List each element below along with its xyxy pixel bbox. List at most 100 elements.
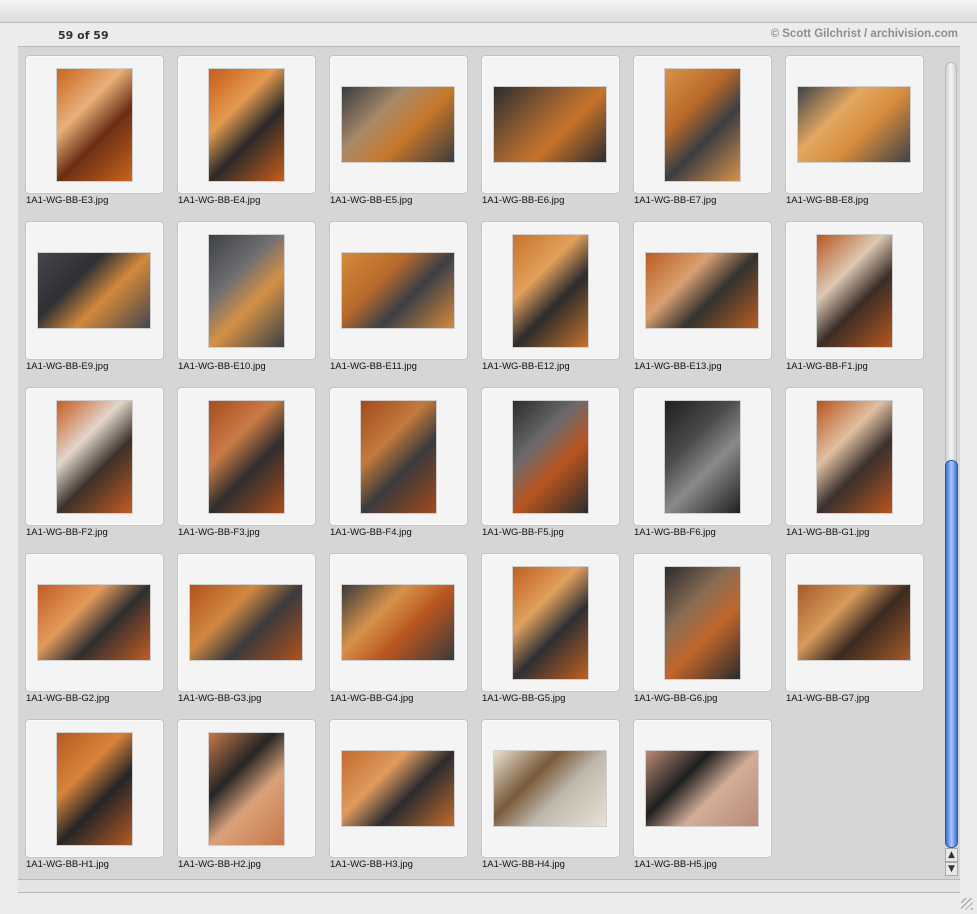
file-name: 1A1-WG-BB-F5.jpg [482,527,564,538]
photo-thumbnail[interactable] [817,401,892,513]
thumbnail-cell[interactable]: 1A1-WG-BB-E11.jpg [322,215,474,379]
slide-frame[interactable] [785,55,924,194]
slide-frame[interactable] [785,387,924,526]
photo-thumbnail[interactable] [646,751,758,826]
scroll-thumb[interactable] [945,460,958,848]
photo-thumbnail[interactable] [190,585,302,660]
thumbnail-cell[interactable]: 1A1-WG-BB-H4.jpg [474,713,626,877]
slide-frame[interactable] [25,55,164,194]
thumbnail-cell[interactable]: 1A1-WG-BB-E5.jpg [322,49,474,213]
file-name: 1A1-WG-BB-G5.jpg [482,693,566,704]
slide-frame[interactable] [785,553,924,692]
thumbnail-cell[interactable]: 1A1-WG-BB-E4.jpg [170,49,322,213]
photo-thumbnail[interactable] [513,567,588,679]
slide-frame[interactable] [25,719,164,858]
slide-frame[interactable] [329,55,468,194]
thumbnail-cell[interactable]: 1A1-WG-BB-H2.jpg [170,713,322,877]
slide-frame[interactable] [481,719,620,858]
thumbnail-cell[interactable]: 1A1-WG-BB-F1.jpg [778,215,930,379]
photo-thumbnail[interactable] [665,567,740,679]
photo-thumbnail[interactable] [798,87,910,162]
slide-frame[interactable] [177,387,316,526]
thumbnail-cell[interactable]: 1A1-WG-BB-E13.jpg [626,215,778,379]
photo-thumbnail[interactable] [57,69,132,181]
vertical-scrollbar[interactable]: ▲ ▼ [942,56,958,876]
thumbnail-cell[interactable]: 1A1-WG-BB-F2.jpg [18,381,170,545]
slide-frame[interactable] [25,221,164,360]
photo-thumbnail[interactable] [38,253,150,328]
photo-thumbnail[interactable] [342,253,454,328]
scroll-down-icon[interactable]: ▼ [945,862,958,876]
photo-thumbnail[interactable] [209,401,284,513]
thumbnail-cell[interactable]: 1A1-WG-BB-G4.jpg [322,547,474,711]
slide-frame[interactable] [177,719,316,858]
slide-frame[interactable] [25,553,164,692]
thumbnail-cell[interactable]: 1A1-WG-BB-E12.jpg [474,215,626,379]
photo-thumbnail[interactable] [342,585,454,660]
file-name: 1A1-WG-BB-E7.jpg [634,195,717,206]
slide-frame[interactable] [481,387,620,526]
slide-frame[interactable] [329,221,468,360]
slide-frame[interactable] [25,387,164,526]
thumbnail-cell[interactable]: 1A1-WG-BB-E6.jpg [474,49,626,213]
slide-frame[interactable] [177,221,316,360]
slide-frame[interactable] [329,387,468,526]
photo-thumbnail[interactable] [57,733,132,845]
photo-thumbnail[interactable] [817,235,892,347]
photo-thumbnail[interactable] [342,751,454,826]
photo-thumbnail[interactable] [209,69,284,181]
slide-frame[interactable] [785,221,924,360]
photo-thumbnail[interactable] [209,235,284,347]
file-name: 1A1-WG-BB-E9.jpg [26,361,109,372]
photo-thumbnail[interactable] [665,401,740,513]
photo-thumbnail[interactable] [57,401,132,513]
thumbnail-cell[interactable]: 1A1-WG-BB-G3.jpg [170,547,322,711]
thumbnail-cell[interactable]: 1A1-WG-BB-H5.jpg [626,713,778,877]
window-toolbar [0,0,977,23]
thumbnail-cell[interactable]: 1A1-WG-BB-G1.jpg [778,381,930,545]
thumbnail-cell[interactable]: 1A1-WG-BB-E7.jpg [626,49,778,213]
thumbnail-cell[interactable]: 1A1-WG-BB-G7.jpg [778,547,930,711]
resize-grip-icon[interactable] [961,898,973,910]
scroll-up-icon[interactable]: ▲ [945,848,958,862]
slide-frame[interactable] [633,387,772,526]
thumbnail-cell[interactable]: 1A1-WG-BB-G2.jpg [18,547,170,711]
file-name: 1A1-WG-BB-E11.jpg [330,361,417,372]
photo-thumbnail[interactable] [665,69,740,181]
photo-thumbnail[interactable] [798,585,910,660]
thumbnail-cell[interactable]: 1A1-WG-BB-F5.jpg [474,381,626,545]
slide-frame[interactable] [481,221,620,360]
thumbnail-cell[interactable]: 1A1-WG-BB-E9.jpg [18,215,170,379]
thumbnail-cell[interactable]: 1A1-WG-BB-G5.jpg [474,547,626,711]
photo-thumbnail[interactable] [494,87,606,162]
photo-thumbnail[interactable] [513,235,588,347]
thumbnail-cell[interactable]: 1A1-WG-BB-F4.jpg [322,381,474,545]
thumbnail-cell[interactable]: 1A1-WG-BB-G6.jpg [626,547,778,711]
photo-thumbnail[interactable] [38,585,150,660]
slide-frame[interactable] [633,719,772,858]
slide-frame[interactable] [177,553,316,692]
thumbnail-cell[interactable]: 1A1-WG-BB-E8.jpg [778,49,930,213]
photo-thumbnail[interactable] [513,401,588,513]
thumbnail-cell[interactable]: 1A1-WG-BB-F3.jpg [170,381,322,545]
thumbnail-cell[interactable]: 1A1-WG-BB-F6.jpg [626,381,778,545]
thumbnail-cell[interactable]: 1A1-WG-BB-E3.jpg [18,49,170,213]
thumbnail-cell[interactable]: 1A1-WG-BB-H3.jpg [322,713,474,877]
thumbnail-cell[interactable]: 1A1-WG-BB-E10.jpg [170,215,322,379]
photo-thumbnail[interactable] [494,751,606,826]
file-name: 1A1-WG-BB-F2.jpg [26,527,108,538]
photo-thumbnail[interactable] [646,253,758,328]
photo-thumbnail[interactable] [209,733,284,845]
slide-frame[interactable] [329,553,468,692]
slide-frame[interactable] [481,553,620,692]
photo-thumbnail[interactable] [342,87,454,162]
file-name: 1A1-WG-BB-H3.jpg [330,859,413,870]
thumbnail-cell[interactable]: 1A1-WG-BB-H1.jpg [18,713,170,877]
slide-frame[interactable] [481,55,620,194]
slide-frame[interactable] [329,719,468,858]
slide-frame[interactable] [633,221,772,360]
slide-frame[interactable] [633,55,772,194]
photo-thumbnail[interactable] [361,401,436,513]
slide-frame[interactable] [633,553,772,692]
slide-frame[interactable] [177,55,316,194]
